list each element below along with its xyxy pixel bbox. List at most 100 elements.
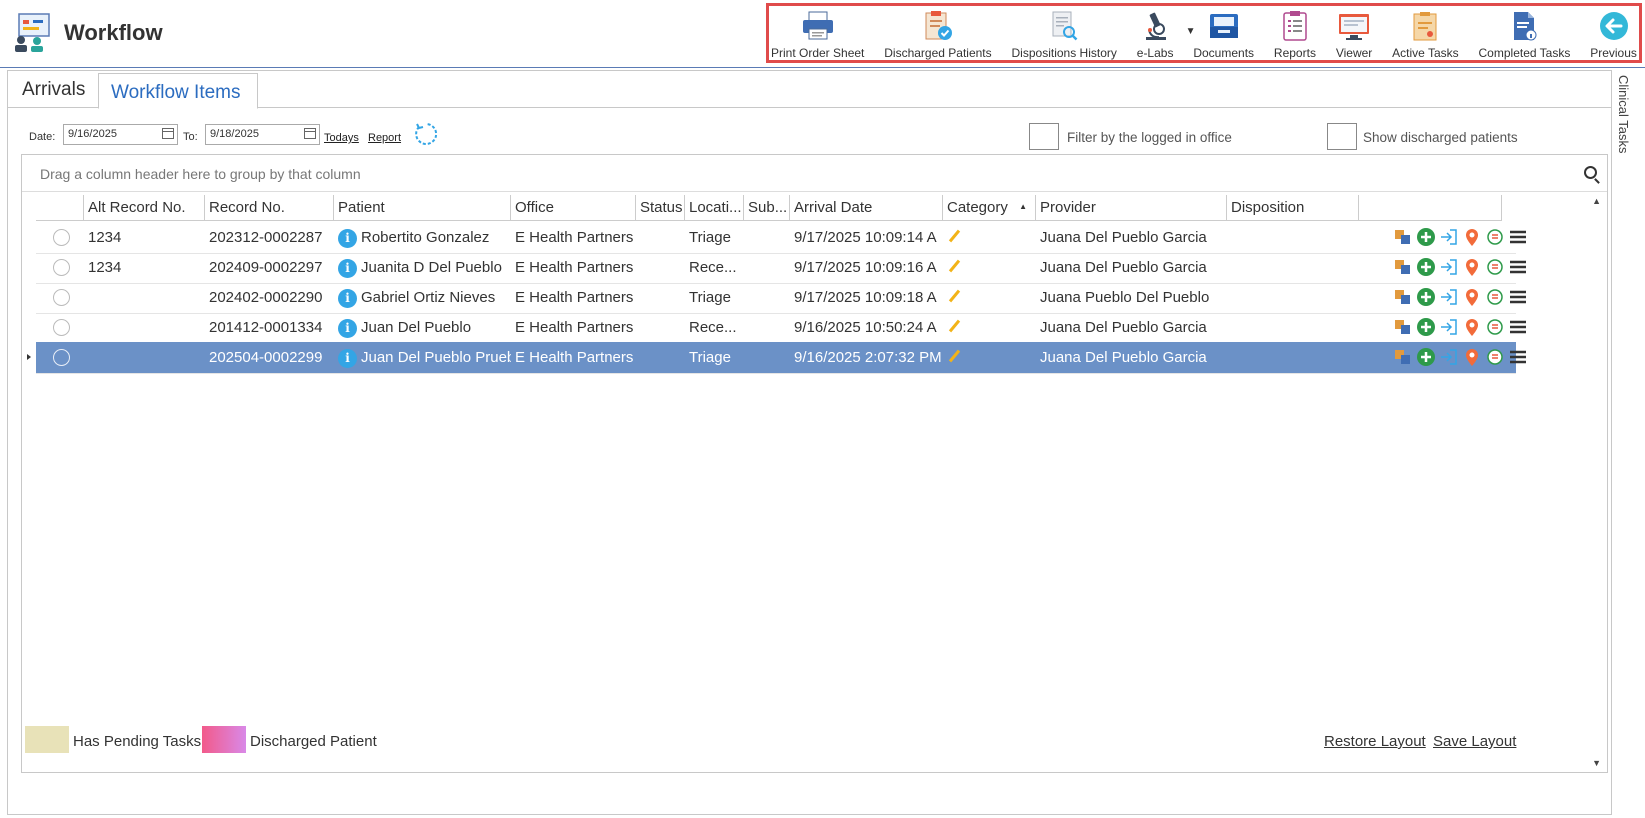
add-icon[interactable] xyxy=(1416,287,1436,307)
show-discharged-checkbox[interactable] xyxy=(1327,123,1357,150)
date-from-input[interactable]: 9/16/2025 xyxy=(63,124,178,145)
completed-tasks-button[interactable]: Completed Tasks xyxy=(1479,6,1570,60)
column-header-category[interactable]: Category ▲ xyxy=(943,195,1036,221)
sign-in-icon[interactable] xyxy=(1439,257,1459,277)
merge-icon[interactable] xyxy=(1393,317,1413,337)
app-header: Workflow Print Order Sheet Discharged Pa… xyxy=(0,0,1645,68)
report-link[interactable]: Report xyxy=(368,132,401,144)
save-layout-link[interactable]: Save Layout xyxy=(1433,733,1516,750)
table-row[interactable]: 1234 202312-0002287 i Robertito Gonzalez E H… xyxy=(36,222,1526,254)
info-icon[interactable]: i xyxy=(338,259,357,278)
add-icon[interactable] xyxy=(1416,317,1436,337)
group-by-panel[interactable]: Drag a column header here to group by th… xyxy=(22,155,1607,192)
table-row[interactable]: 202402-0002290 i Gabriel Ortiz Nieves E Hea… xyxy=(36,282,1526,314)
column-header-patient[interactable]: Patient xyxy=(334,195,511,221)
column-header-actions[interactable] xyxy=(1359,195,1502,221)
active-tasks-label: Active Tasks xyxy=(1392,46,1459,60)
menu-icon[interactable] xyxy=(1508,257,1528,277)
date-to-input[interactable]: 9/18/2025 xyxy=(205,124,320,145)
column-header-disposition[interactable]: Disposition xyxy=(1227,195,1359,221)
location-pin-icon[interactable] xyxy=(1462,257,1482,277)
back-arrow-icon xyxy=(1597,10,1631,42)
add-icon[interactable] xyxy=(1416,257,1436,277)
menu-icon[interactable] xyxy=(1508,227,1528,247)
calendar-icon[interactable] xyxy=(304,128,316,139)
merge-icon[interactable] xyxy=(1393,227,1413,247)
column-header-status[interactable]: Status xyxy=(636,195,685,221)
row-select-radio[interactable] xyxy=(53,229,70,246)
history-icon[interactable] xyxy=(1485,317,1505,337)
edit-pencil-icon[interactable] xyxy=(948,349,961,363)
column-header-alt-record[interactable]: Alt Record No. xyxy=(84,195,205,221)
column-header-arrival-date[interactable]: Arrival Date xyxy=(790,195,943,221)
column-header-office[interactable]: Office xyxy=(511,195,636,221)
discharged-patients-button[interactable]: Discharged Patients xyxy=(884,6,992,60)
location-pin-icon[interactable] xyxy=(1462,317,1482,337)
sign-in-icon[interactable] xyxy=(1439,317,1459,337)
sign-in-icon[interactable] xyxy=(1439,227,1459,247)
info-icon[interactable]: i xyxy=(338,319,357,338)
history-icon[interactable] xyxy=(1485,347,1505,367)
edit-pencil-icon[interactable] xyxy=(948,259,961,273)
menu-icon[interactable] xyxy=(1508,317,1528,337)
scroll-down-icon[interactable]: ▼ xyxy=(1592,758,1601,768)
merge-icon[interactable] xyxy=(1393,287,1413,307)
info-icon[interactable]: i xyxy=(338,229,357,248)
sign-in-icon[interactable] xyxy=(1439,287,1459,307)
column-header-sub[interactable]: Sub... xyxy=(744,195,790,221)
todays-link[interactable]: Todays xyxy=(324,132,359,144)
location-pin-icon[interactable] xyxy=(1462,347,1482,367)
info-icon[interactable]: i xyxy=(338,289,357,308)
merge-icon[interactable] xyxy=(1393,257,1413,277)
table-row[interactable]: 1234 202409-0002297 i Juanita D Del Pueblo E… xyxy=(36,252,1526,284)
documents-button[interactable]: Documents xyxy=(1193,6,1254,60)
add-icon[interactable] xyxy=(1416,347,1436,367)
history-icon[interactable] xyxy=(1485,287,1505,307)
restore-layout-link[interactable]: Restore Layout xyxy=(1324,733,1426,750)
location-pin-icon[interactable] xyxy=(1462,287,1482,307)
print-order-sheet-button[interactable]: Print Order Sheet xyxy=(771,6,864,60)
cell-office: E Health Partners xyxy=(515,229,634,246)
location-pin-icon[interactable] xyxy=(1462,227,1482,247)
reports-button[interactable]: Reports xyxy=(1274,6,1316,60)
edit-pencil-icon[interactable] xyxy=(948,319,961,333)
filter-office-checkbox[interactable] xyxy=(1029,123,1059,150)
tab-workflow-items[interactable]: Workflow Items xyxy=(98,73,258,109)
tab-arrivals[interactable]: Arrivals xyxy=(10,71,99,107)
history-icon[interactable] xyxy=(1485,257,1505,277)
history-icon[interactable] xyxy=(1485,227,1505,247)
edit-pencil-icon[interactable] xyxy=(948,289,961,303)
info-icon[interactable]: i xyxy=(338,349,357,368)
add-icon[interactable] xyxy=(1416,227,1436,247)
column-header-location[interactable]: Locati... xyxy=(685,195,744,221)
sign-in-icon[interactable] xyxy=(1439,347,1459,367)
row-select-radio[interactable] xyxy=(53,259,70,276)
scroll-up-icon[interactable]: ▲ xyxy=(1592,196,1601,206)
column-header-record[interactable]: Record No. xyxy=(205,195,334,221)
merge-icon[interactable] xyxy=(1393,347,1413,367)
calendar-icon[interactable] xyxy=(162,128,174,139)
viewer-button[interactable]: Viewer xyxy=(1336,6,1372,60)
cell-status xyxy=(636,282,685,313)
menu-icon[interactable] xyxy=(1508,287,1528,307)
column-header-select[interactable] xyxy=(36,195,84,221)
table-row[interactable]: 201412-0001334 i Juan Del Pueblo E Health P… xyxy=(36,312,1526,344)
dispositions-history-button[interactable]: Dispositions History xyxy=(1012,6,1117,60)
row-actions xyxy=(1393,347,1528,367)
table-row[interactable]: 202504-0002299 i Juan Del Pueblo Prueb E He… xyxy=(27,342,1526,374)
active-tasks-button[interactable]: Active Tasks xyxy=(1392,6,1459,60)
microscope-icon xyxy=(1138,10,1172,42)
row-select-radio[interactable] xyxy=(53,289,70,306)
column-header-provider[interactable]: Provider xyxy=(1036,195,1227,221)
row-select-radio[interactable] xyxy=(53,349,70,366)
row-select-radio[interactable] xyxy=(53,319,70,336)
e-labs-button[interactable]: e-Labs ▼ xyxy=(1137,6,1195,60)
clinical-tasks-side-tab[interactable]: Clinical Tasks xyxy=(1613,75,1633,185)
edit-pencil-icon[interactable] xyxy=(948,229,961,243)
refresh-icon[interactable] xyxy=(413,121,439,147)
previous-button[interactable]: Previous xyxy=(1590,6,1637,60)
discharged-patient-swatch xyxy=(202,726,246,753)
menu-icon[interactable] xyxy=(1508,347,1528,367)
cell-record: 202504-0002299 xyxy=(209,349,323,366)
search-icon[interactable] xyxy=(1584,166,1597,179)
